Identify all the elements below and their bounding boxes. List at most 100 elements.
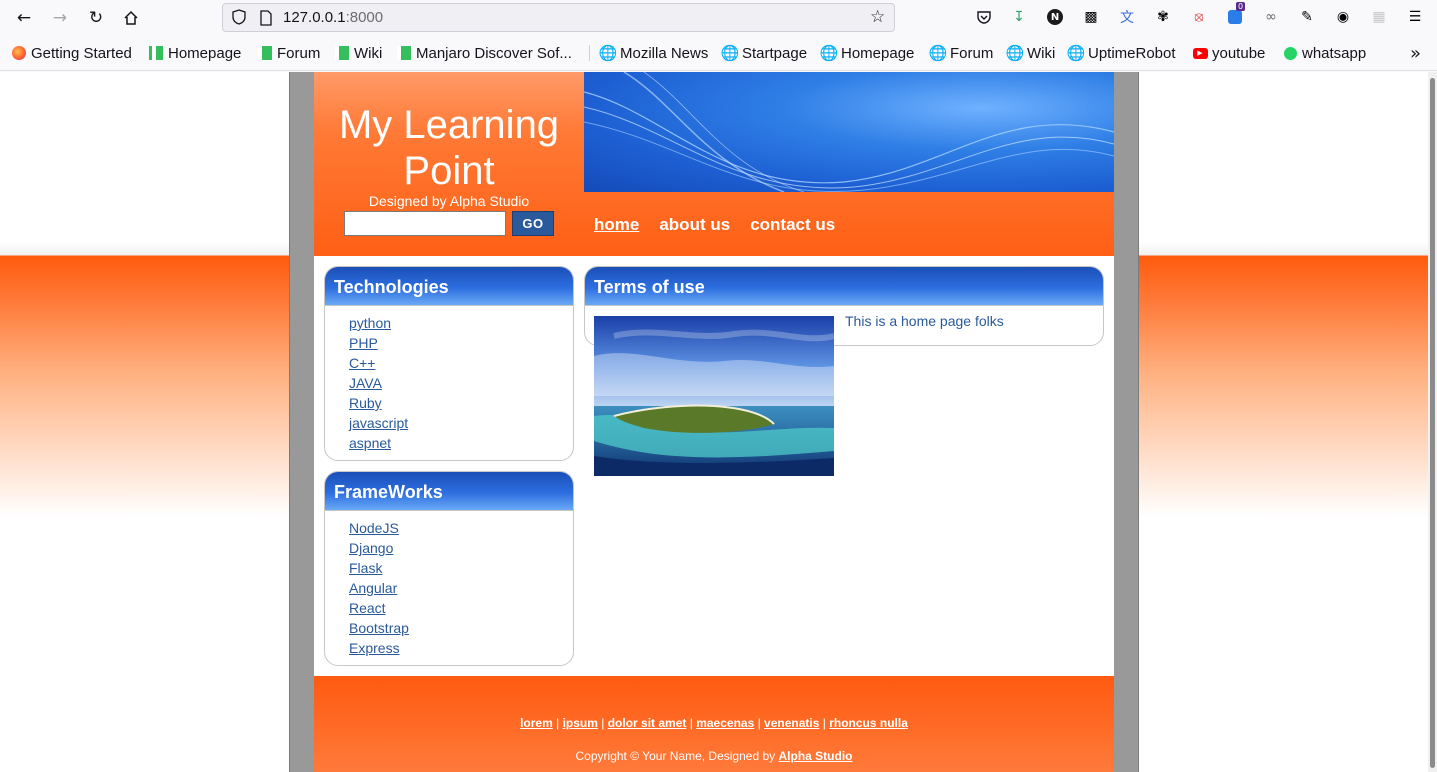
page-icon[interactable] <box>259 10 273 26</box>
tech-link-ruby[interactable]: Ruby <box>349 395 382 411</box>
page-wrapper: My Learning Point Designed by Alpha Stud… <box>289 72 1139 772</box>
bookmark-getting-started[interactable]: Getting Started <box>11 43 132 63</box>
pocket-icon[interactable] <box>974 7 994 27</box>
bookmark-wiki[interactable]: Wiki <box>334 43 382 63</box>
globe-icon: 🌐 <box>819 45 839 62</box>
footer-link-lorem[interactable]: lorem <box>520 716 553 730</box>
eyedropper-icon[interactable]: ✎ <box>1297 7 1317 27</box>
framework-link-express[interactable]: Express <box>349 640 400 656</box>
tech-link-aspnet[interactable]: aspnet <box>349 435 391 451</box>
forward-icon[interactable]: → <box>48 6 72 30</box>
tech-link-php[interactable]: PHP <box>349 335 378 351</box>
bookmark-homepage-2[interactable]: 🌐 Homepage <box>819 43 915 63</box>
extension-grid-icon[interactable]: ▦ <box>1369 7 1389 27</box>
globe-icon: 🌐 <box>1005 45 1025 62</box>
footer-link-venenatis[interactable]: venenatis <box>764 716 819 730</box>
nav-home-link[interactable]: home <box>594 215 639 235</box>
reload-icon[interactable]: ↻ <box>84 6 108 30</box>
site-footer: lorem | ipsum | dolor sit amet | maecena… <box>314 676 1114 772</box>
list-item: C++ <box>349 353 573 373</box>
manjaro-icon <box>148 45 164 61</box>
framework-link-nodejs[interactable]: NodeJS <box>349 520 399 536</box>
footer-links: lorem | ipsum | dolor sit amet | maecena… <box>520 716 908 730</box>
framework-link-flask[interactable]: Flask <box>349 560 382 576</box>
framework-link-django[interactable]: Django <box>349 540 393 556</box>
bookmark-forum[interactable]: Forum <box>257 43 320 63</box>
back-icon[interactable]: ← <box>12 6 36 30</box>
download-icon[interactable]: ↧ <box>1009 7 1029 27</box>
footer-link-maecenas[interactable]: maecenas <box>696 716 754 730</box>
blocker-icon[interactable]: ⦻ <box>1189 7 1209 27</box>
more-bookmarks-icon[interactable]: » <box>1410 43 1421 64</box>
extension-badge-icon[interactable]: 0 <box>1225 2 1246 27</box>
copyright-text: Copyright © Your Name, Designed by <box>575 749 776 763</box>
technologies-box: Technologies python PHP C++ JAVA Ruby ja… <box>324 266 574 461</box>
footer-link-dolor[interactable]: dolor sit amet <box>608 716 687 730</box>
translate-icon[interactable]: 文 <box>1117 7 1137 27</box>
framework-link-bootstrap[interactable]: Bootstrap <box>349 620 409 636</box>
list-item: NodeJS <box>349 518 573 538</box>
manjaro-icon <box>396 45 412 61</box>
menu-icon[interactable]: ☰ <box>1405 7 1425 27</box>
list-item: Express <box>349 638 573 658</box>
bookmark-mozilla-news[interactable]: 🌐 Mozilla News <box>599 43 709 63</box>
privacy-badger-icon[interactable]: ◉ <box>1333 7 1353 27</box>
bookmark-star-icon[interactable]: ☆ <box>870 8 888 26</box>
nav-contact-link[interactable]: contact us <box>750 215 835 235</box>
nav-about-link[interactable]: about us <box>659 215 730 235</box>
bookmark-forum-2[interactable]: 🌐 Forum <box>928 43 994 63</box>
shield-icon[interactable] <box>231 9 247 25</box>
bookmark-label: Startpage <box>742 44 808 62</box>
bookmarks-bar: Getting Started Homepage Forum Wiki Manj… <box>0 35 1437 71</box>
extension-lock-icon[interactable]: ▩ <box>1081 7 1101 27</box>
content-text: This is a home page folks <box>845 313 1004 329</box>
list-item: JAVA <box>349 373 573 393</box>
bookmark-label: UptimeRobot <box>1088 44 1176 62</box>
technologies-list: python PHP C++ JAVA Ruby javascript aspn… <box>325 306 573 453</box>
bookmark-manjaro-discover[interactable]: Manjaro Discover Sof... <box>396 43 572 63</box>
tech-link-javascript[interactable]: javascript <box>349 415 408 431</box>
home-icon[interactable] <box>119 6 143 30</box>
main-nav: home about us contact us <box>594 215 835 235</box>
whatsapp-icon <box>1282 45 1298 61</box>
extension-icon[interactable]: ✾ <box>1153 7 1173 27</box>
page-viewport: My Learning Point Designed by Alpha Stud… <box>0 72 1428 772</box>
framework-link-react[interactable]: React <box>349 600 386 616</box>
tech-link-cpp[interactable]: C++ <box>349 355 375 371</box>
search-go-button[interactable]: GO <box>512 211 554 236</box>
cycle-icon[interactable]: ∞ <box>1261 7 1281 27</box>
frameworks-list: NodeJS Django Flask Angular React Bootst… <box>325 511 573 658</box>
search-input[interactable] <box>344 211 506 236</box>
tech-link-python[interactable]: python <box>349 315 391 331</box>
bookmark-homepage[interactable]: Homepage <box>148 43 241 63</box>
browser-toolbar: ← → ↻ 127.0.0.1:8000 ☆ ↧ N ▩ 文 ✾ ⦻ 0 ∞ ✎… <box>0 0 1437 35</box>
url-text: 127.0.0.1:8000 <box>283 9 384 26</box>
tech-link-java[interactable]: JAVA <box>349 375 382 391</box>
bookmark-label: whatsapp <box>1302 44 1367 62</box>
site-tagline: Designed by Alpha Studio <box>368 193 530 209</box>
footer-link-rhoncus[interactable]: rhoncus nulla <box>829 716 908 730</box>
bookmark-wiki-2[interactable]: 🌐 Wiki <box>1005 43 1056 63</box>
bookmark-label: Mozilla News <box>620 44 709 62</box>
technologies-title: Technologies <box>325 267 573 306</box>
page-scrollbar[interactable] <box>1428 72 1437 772</box>
url-bar[interactable]: 127.0.0.1:8000 ☆ <box>222 3 895 32</box>
bookmark-uptimerobot[interactable]: 🌐 UptimeRobot <box>1067 43 1176 63</box>
content-title: Terms of use <box>585 267 1103 306</box>
frameworks-title: FrameWorks <box>325 472 573 511</box>
copyright-link[interactable]: Alpha Studio <box>778 749 852 763</box>
scrollbar-thumb[interactable] <box>1430 78 1435 768</box>
youtube-icon: ▶ <box>1192 45 1208 61</box>
bookmark-label: Forum <box>277 44 321 62</box>
globe-icon: 🌐 <box>928 45 948 62</box>
list-item: javascript <box>349 413 573 433</box>
bookmark-whatsapp[interactable]: whatsapp <box>1282 43 1366 63</box>
framework-link-angular[interactable]: Angular <box>349 580 397 596</box>
footer-link-ipsum[interactable]: ipsum <box>563 716 598 730</box>
firefox-icon <box>11 45 27 61</box>
list-item: aspnet <box>349 433 573 453</box>
bookmark-startpage[interactable]: 🌐 Startpage <box>721 43 808 63</box>
bookmark-youtube[interactable]: ▶ youtube <box>1192 43 1265 63</box>
notion-icon[interactable]: N <box>1045 7 1065 27</box>
bookmark-label: Manjaro Discover Sof... <box>416 44 572 62</box>
